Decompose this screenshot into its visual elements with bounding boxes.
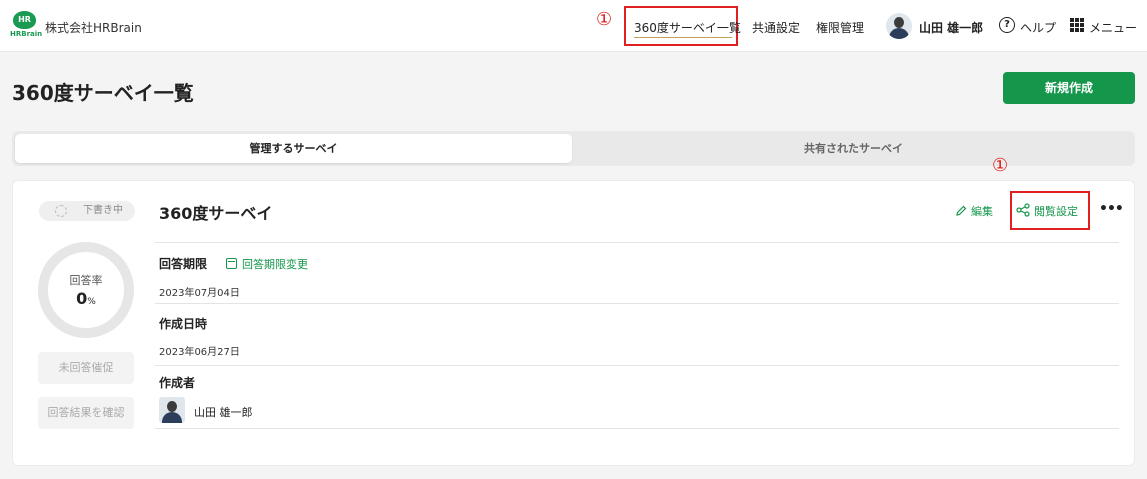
page-title: 360度サーベイ一覧 bbox=[12, 81, 194, 105]
tab-shared-surveys[interactable]: 共有されたサーベイ bbox=[575, 134, 1132, 163]
remind-unanswered-button[interactable]: 未回答催促 bbox=[38, 352, 134, 384]
more-options-icon[interactable]: ••• bbox=[1099, 201, 1124, 217]
tab-managed-surveys[interactable]: 管理するサーベイ bbox=[15, 134, 572, 163]
logo-wordmark: HRBrain bbox=[10, 30, 43, 38]
survey-tabs: 管理するサーベイ 共有されたサーベイ bbox=[12, 131, 1135, 166]
company-name: 株式会社HRBrain bbox=[45, 21, 142, 35]
grid-menu-icon[interactable] bbox=[1070, 18, 1084, 32]
help-icon[interactable]: ? bbox=[999, 17, 1015, 33]
share-icon bbox=[1016, 203, 1030, 217]
status-badge: 下書き中 bbox=[39, 201, 135, 221]
creator-label: 作成者 bbox=[159, 376, 196, 390]
response-rate-unit: % bbox=[87, 297, 96, 307]
help-link[interactable]: ヘルプ bbox=[1020, 19, 1056, 36]
change-deadline-link[interactable]: 回答期限変更 bbox=[226, 256, 308, 272]
status-label: 下書き中 bbox=[83, 205, 123, 216]
calendar-icon bbox=[226, 258, 237, 269]
response-rate-value: 0% bbox=[38, 289, 134, 308]
nav-permissions[interactable]: 権限管理 bbox=[816, 19, 864, 36]
nav-active-underline bbox=[634, 37, 732, 38]
annotation-marker-view: ① bbox=[992, 155, 1009, 176]
divider bbox=[155, 428, 1119, 429]
creator-name: 山田 雄一郎 bbox=[194, 406, 253, 419]
deadline-value: 2023年07月04日 bbox=[159, 288, 240, 299]
survey-title[interactable]: 360度サーベイ bbox=[159, 200, 272, 224]
change-deadline-label: 回答期限変更 bbox=[242, 258, 308, 271]
view-settings-button[interactable]: 閲覧設定 bbox=[1016, 203, 1078, 219]
deadline-label: 回答期限 bbox=[159, 257, 208, 271]
divider bbox=[155, 365, 1119, 366]
divider bbox=[155, 242, 1119, 243]
menu-link[interactable]: メニュー bbox=[1089, 19, 1137, 36]
edit-label: 編集 bbox=[971, 205, 993, 218]
survey-card: 下書き中 回答率 0% 未回答催促 回答結果を確認 360度サーベイ 編集 ① … bbox=[12, 157, 1135, 466]
view-results-button[interactable]: 回答結果を確認 bbox=[38, 397, 134, 429]
draft-status-icon bbox=[55, 205, 67, 217]
logo-mark: HR bbox=[13, 11, 36, 29]
created-value: 2023年06月27日 bbox=[159, 347, 240, 358]
annotation-marker-nav: ① bbox=[596, 9, 613, 30]
top-bar: HR HRBrain 株式会社HRBrain ① 360度サーベイ一覧 共通設定… bbox=[0, 0, 1147, 52]
nav-common-settings[interactable]: 共通設定 bbox=[752, 19, 800, 36]
new-survey-button[interactable]: 新規作成 bbox=[1003, 72, 1135, 104]
response-rate-label: 回答率 bbox=[69, 274, 103, 287]
user-name[interactable]: 山田 雄一郎 bbox=[919, 19, 983, 36]
nav-survey-list[interactable]: 360度サーベイ一覧 bbox=[634, 19, 741, 36]
user-avatar[interactable] bbox=[886, 13, 912, 39]
pencil-icon bbox=[956, 205, 967, 216]
hrbrain-logo[interactable]: HR HRBrain bbox=[10, 11, 43, 41]
divider bbox=[155, 303, 1119, 304]
response-rate-number: 0 bbox=[76, 289, 88, 308]
edit-button[interactable]: 編集 bbox=[955, 203, 993, 219]
created-label: 作成日時 bbox=[159, 317, 208, 331]
view-settings-label: 閲覧設定 bbox=[1034, 205, 1078, 218]
creator-avatar bbox=[159, 397, 185, 423]
